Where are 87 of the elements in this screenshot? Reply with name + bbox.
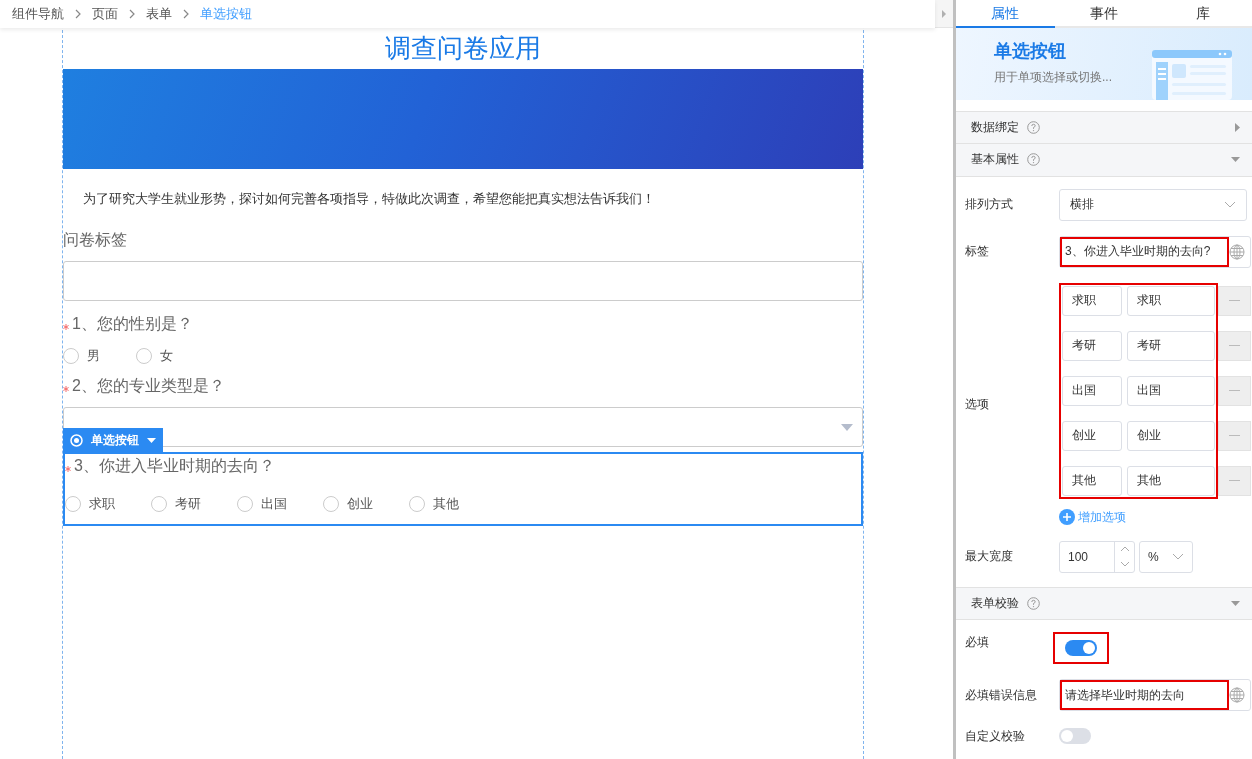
- radio-option[interactable]: 其他: [409, 495, 459, 513]
- chevron-down-icon: [1172, 552, 1184, 562]
- question-label: 3、你进入毕业时期的去向？: [65, 455, 861, 477]
- option-label-input[interactable]: 其他: [1062, 465, 1122, 496]
- globe-icon: [1229, 687, 1245, 703]
- input-field[interactable]: 请选择毕业时期的去向: [1059, 679, 1251, 711]
- radio-option[interactable]: 出国: [237, 495, 287, 513]
- remove-option-button[interactable]: [1218, 420, 1251, 451]
- intro-text: 为了研究大学生就业形势，探讨如何完善各项指导，特做此次调查，希望您能把真实想法告诉我们！: [82, 190, 656, 208]
- minus-icon: [1229, 480, 1240, 482]
- section-header[interactable]: 基本属性: [956, 143, 1252, 176]
- section-header[interactable]: 数据绑定: [956, 110, 1252, 144]
- option-value-input[interactable]: 出国: [1127, 375, 1215, 406]
- radio-option[interactable]: 求职: [65, 495, 115, 513]
- text-input[interactable]: [63, 261, 863, 301]
- unit-dropdown[interactable]: %: [1139, 540, 1193, 573]
- collapse-button[interactable]: [935, 0, 953, 28]
- dropdown-value: 横排: [1070, 196, 1094, 214]
- form-title: 调查问卷应用: [384, 32, 542, 65]
- option-value-input[interactable]: 考研: [1127, 330, 1215, 361]
- caret-down-icon: [841, 423, 853, 431]
- option-label-input[interactable]: 出国: [1062, 375, 1122, 406]
- help-icon: [1027, 120, 1040, 134]
- section-title: 表单校验: [971, 594, 1019, 612]
- dropdown-value: %: [1148, 549, 1159, 564]
- option-label-input[interactable]: 求职: [1062, 285, 1122, 316]
- caret-icon: [941, 9, 947, 18]
- input-field[interactable]: 3、你进入毕业时期的去向?: [1059, 235, 1251, 268]
- field-label: 必填错误信息: [965, 686, 1038, 704]
- increment-icon: [1119, 546, 1130, 553]
- breadcrumb-link[interactable]: 表单: [146, 5, 172, 23]
- remove-option-button[interactable]: [1218, 465, 1251, 496]
- option-label-input[interactable]: 创业: [1062, 420, 1122, 451]
- question-label: 1、您的性别是？: [63, 313, 863, 335]
- number-input[interactable]: 100: [1059, 540, 1135, 573]
- help-icon: [1027, 596, 1040, 610]
- radio-option[interactable]: 女: [136, 347, 173, 365]
- number-value: 100: [1068, 549, 1089, 564]
- option-label-input[interactable]: 考研: [1062, 330, 1122, 361]
- field-label: 标签: [965, 243, 990, 261]
- field-label: 排列方式: [965, 196, 1014, 214]
- minus-icon: [1229, 435, 1240, 437]
- minus-icon: [1229, 300, 1240, 302]
- required-asterisk-icon: [63, 386, 69, 392]
- required-asterisk-icon: [63, 324, 69, 330]
- toggle-switch[interactable]: [1059, 727, 1091, 744]
- globe-icon: [1229, 243, 1245, 260]
- radio-option[interactable]: 考研: [151, 495, 201, 513]
- required-asterisk-icon: [65, 466, 71, 472]
- component-title: 单选按钮: [994, 40, 1067, 64]
- remove-option-button[interactable]: [1218, 285, 1251, 316]
- radio-option[interactable]: 创业: [323, 495, 373, 513]
- component-description: 用于单项选择或切换...: [994, 69, 1112, 87]
- section-title: 数据绑定: [971, 118, 1019, 136]
- question-label: 2、您的专业类型是？: [63, 375, 863, 397]
- help-icon: [1027, 153, 1040, 167]
- dropdown-field[interactable]: [63, 407, 863, 447]
- question-label: 问卷标签: [63, 229, 128, 250]
- caret-down-icon: [147, 437, 156, 443]
- field-label: 选项: [965, 395, 990, 413]
- chevron-right-icon: [74, 9, 82, 19]
- remove-option-button[interactable]: [1218, 375, 1251, 406]
- component-tag-label: 单选按钮: [91, 431, 139, 449]
- minus-icon: [1229, 345, 1240, 347]
- remove-option-button[interactable]: [1218, 330, 1251, 361]
- dropdown-field[interactable]: 横排: [1059, 188, 1247, 221]
- field-label: 自定义校验: [965, 728, 1026, 745]
- breadcrumb-link[interactable]: 页面: [92, 5, 118, 23]
- radio-icon: [70, 433, 83, 447]
- radio-option[interactable]: 男: [63, 347, 100, 365]
- plus-icon: [1059, 509, 1075, 526]
- panel-tab[interactable]: 库: [1153, 0, 1252, 26]
- chevron-right-icon: [128, 9, 136, 19]
- option-value-input[interactable]: 求职: [1127, 285, 1215, 316]
- chevron-right-icon: [182, 9, 190, 19]
- panel-tab[interactable]: 事件: [1054, 0, 1154, 26]
- section-header[interactable]: 表单校验: [956, 586, 1252, 619]
- field-label: 必填: [965, 634, 990, 651]
- option-value-input[interactable]: 创业: [1127, 420, 1215, 451]
- chevron-down-icon: [1224, 200, 1236, 210]
- toggle-switch[interactable]: [1065, 640, 1097, 656]
- section-title: 基本属性: [971, 151, 1019, 169]
- field-label: 最大宽度: [965, 548, 1014, 566]
- decrement-icon: [1119, 561, 1130, 568]
- breadcrumb-link[interactable]: 组件导航: [12, 5, 64, 23]
- minus-icon: [1229, 390, 1240, 392]
- option-value-input[interactable]: 其他: [1127, 465, 1215, 496]
